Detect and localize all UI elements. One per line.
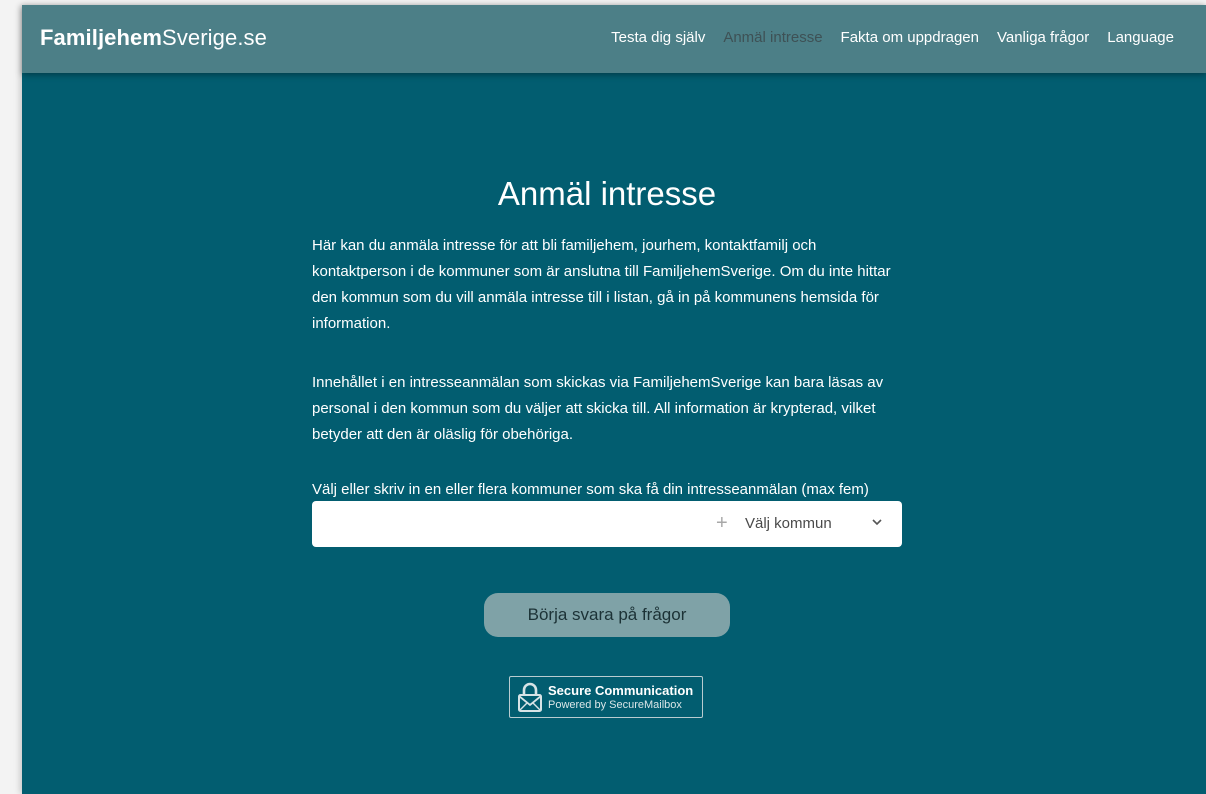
brand-regular: Sverige.se (162, 25, 267, 50)
badge-subtitle: Powered by SecureMailbox (548, 699, 682, 711)
municipality-select-placeholder: Välj kommun (745, 515, 832, 532)
chevron-down-icon[interactable] (870, 515, 884, 529)
page: FamiljehemSverige.se Testa dig själv Anm… (22, 5, 1206, 794)
nav-item-testa-dig-sjalv[interactable]: Testa dig själv (611, 29, 705, 46)
municipality-select[interactable]: + Välj kommun (312, 501, 902, 547)
badge-title: Secure Communication (548, 683, 694, 698)
top-navbar: FamiljehemSverige.se Testa dig själv Anm… (22, 5, 1206, 73)
municipality-select-label: Välj eller skriv in en eller flera kommu… (312, 481, 869, 498)
nav-item-fakta-om-uppdragen[interactable]: Fakta om uppdragen (841, 29, 979, 46)
brand-bold: Familjehem (40, 25, 163, 50)
brand-logo-link[interactable]: FamiljehemSverige.se (40, 25, 267, 51)
page-title: Anmäl intresse (497, 175, 717, 212)
nav-item-anmal-intresse[interactable]: Anmäl intresse (723, 29, 822, 46)
intro-paragraph: Här kan du anmäla intresse för att bli f… (312, 237, 891, 332)
nav-item-language[interactable]: Language (1107, 29, 1174, 46)
start-questions-button[interactable]: Börja svara på frågor (484, 593, 730, 637)
lock-mail-icon (518, 682, 542, 712)
privacy-paragraph: Innehållet i en intresseanmälan som skic… (312, 374, 884, 443)
main-nav: Testa dig själv Anmäl intresse Fakta om … (611, 29, 1174, 46)
plus-icon: + (716, 512, 728, 534)
nav-item-vanliga-fragor[interactable]: Vanliga frågor (997, 29, 1089, 46)
secure-communication-badge[interactable]: Secure Communication Powered by SecureMa… (509, 676, 703, 718)
